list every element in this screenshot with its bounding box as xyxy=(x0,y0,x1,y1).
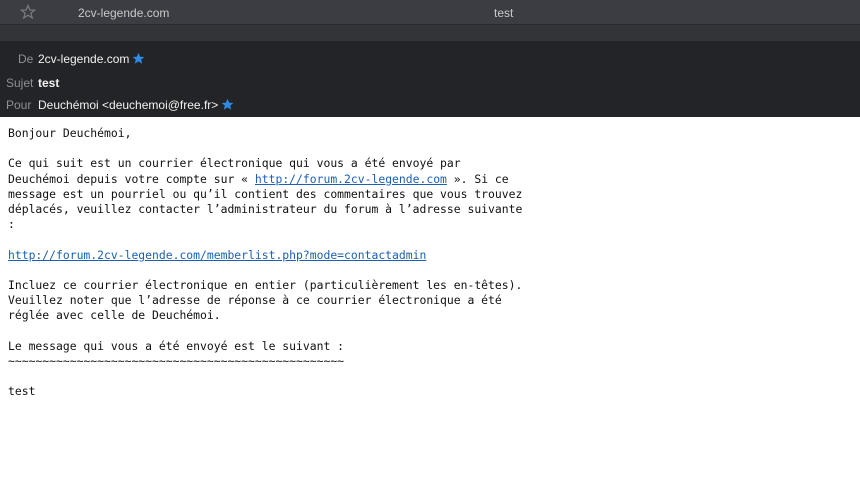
list-subject: test xyxy=(494,6,514,20)
contact-admin-link[interactable]: http://forum.2cv-legende.com/memberlist.… xyxy=(8,248,426,262)
to-value[interactable]: Deuchémoi <deuchemoi@free.fr> xyxy=(38,98,234,112)
to-row: Pour Deuchémoi <deuchemoi@free.fr> xyxy=(0,98,860,116)
body-line: Deuchémoi depuis votre compte sur « http… xyxy=(8,171,509,186)
subject-row: Sujet test xyxy=(0,76,860,94)
message-header: De 2cv-legende.com Sujet test Pour Deuch… xyxy=(0,42,860,117)
to-label: Pour xyxy=(6,98,32,112)
body-line: Le message qui vous a été envoyé est le … xyxy=(8,338,345,353)
subject-label: Sujet xyxy=(6,76,34,90)
from-value[interactable]: 2cv-legende.com xyxy=(38,52,145,66)
body-line: déplacés, veuillez contacter l’administr… xyxy=(8,202,523,216)
subject-value: test xyxy=(38,76,60,90)
message-body: Bonjour Deuchémoi, Ce qui suit est un co… xyxy=(0,117,860,496)
from-address[interactable]: 2cv-legende.com xyxy=(38,52,129,66)
contact-star-icon[interactable] xyxy=(132,52,145,65)
from-row: De 2cv-legende.com xyxy=(0,52,860,70)
pane-splitter[interactable] xyxy=(0,25,860,42)
list-sender: 2cv-legende.com xyxy=(78,6,170,20)
forum-link[interactable]: http://forum.2cv-legende.com xyxy=(255,172,447,186)
from-label: De xyxy=(18,52,34,66)
body-line: Veuillez noter que l’adresse de réponse … xyxy=(8,293,502,308)
star-icon[interactable] xyxy=(20,4,36,20)
greeting: Bonjour Deuchémoi, xyxy=(8,126,132,140)
body-line: : xyxy=(8,217,15,232)
to-address[interactable]: Deuchémoi <deuchemoi@free.fr> xyxy=(38,98,218,112)
separator: ~~~~~~~~~~~~~~~~~~~~~~~~~~~~~~~~~~~~~~~~… xyxy=(8,353,345,368)
message-list-row[interactable]: 2cv-legende.com test xyxy=(0,0,860,25)
body-line: Ce qui suit est un courrier électronique… xyxy=(8,156,461,171)
message-text: test xyxy=(8,384,36,399)
body-line: Incluez ce courrier électronique en enti… xyxy=(8,277,523,292)
body-line: http://forum.2cv-legende.com/memberlist.… xyxy=(8,248,860,263)
contact-star-icon[interactable] xyxy=(221,98,234,111)
body-line: réglée avec celle de Deuchémoi. xyxy=(8,308,221,323)
body-line: message est un pourriel ou qu’il contien… xyxy=(8,186,523,201)
